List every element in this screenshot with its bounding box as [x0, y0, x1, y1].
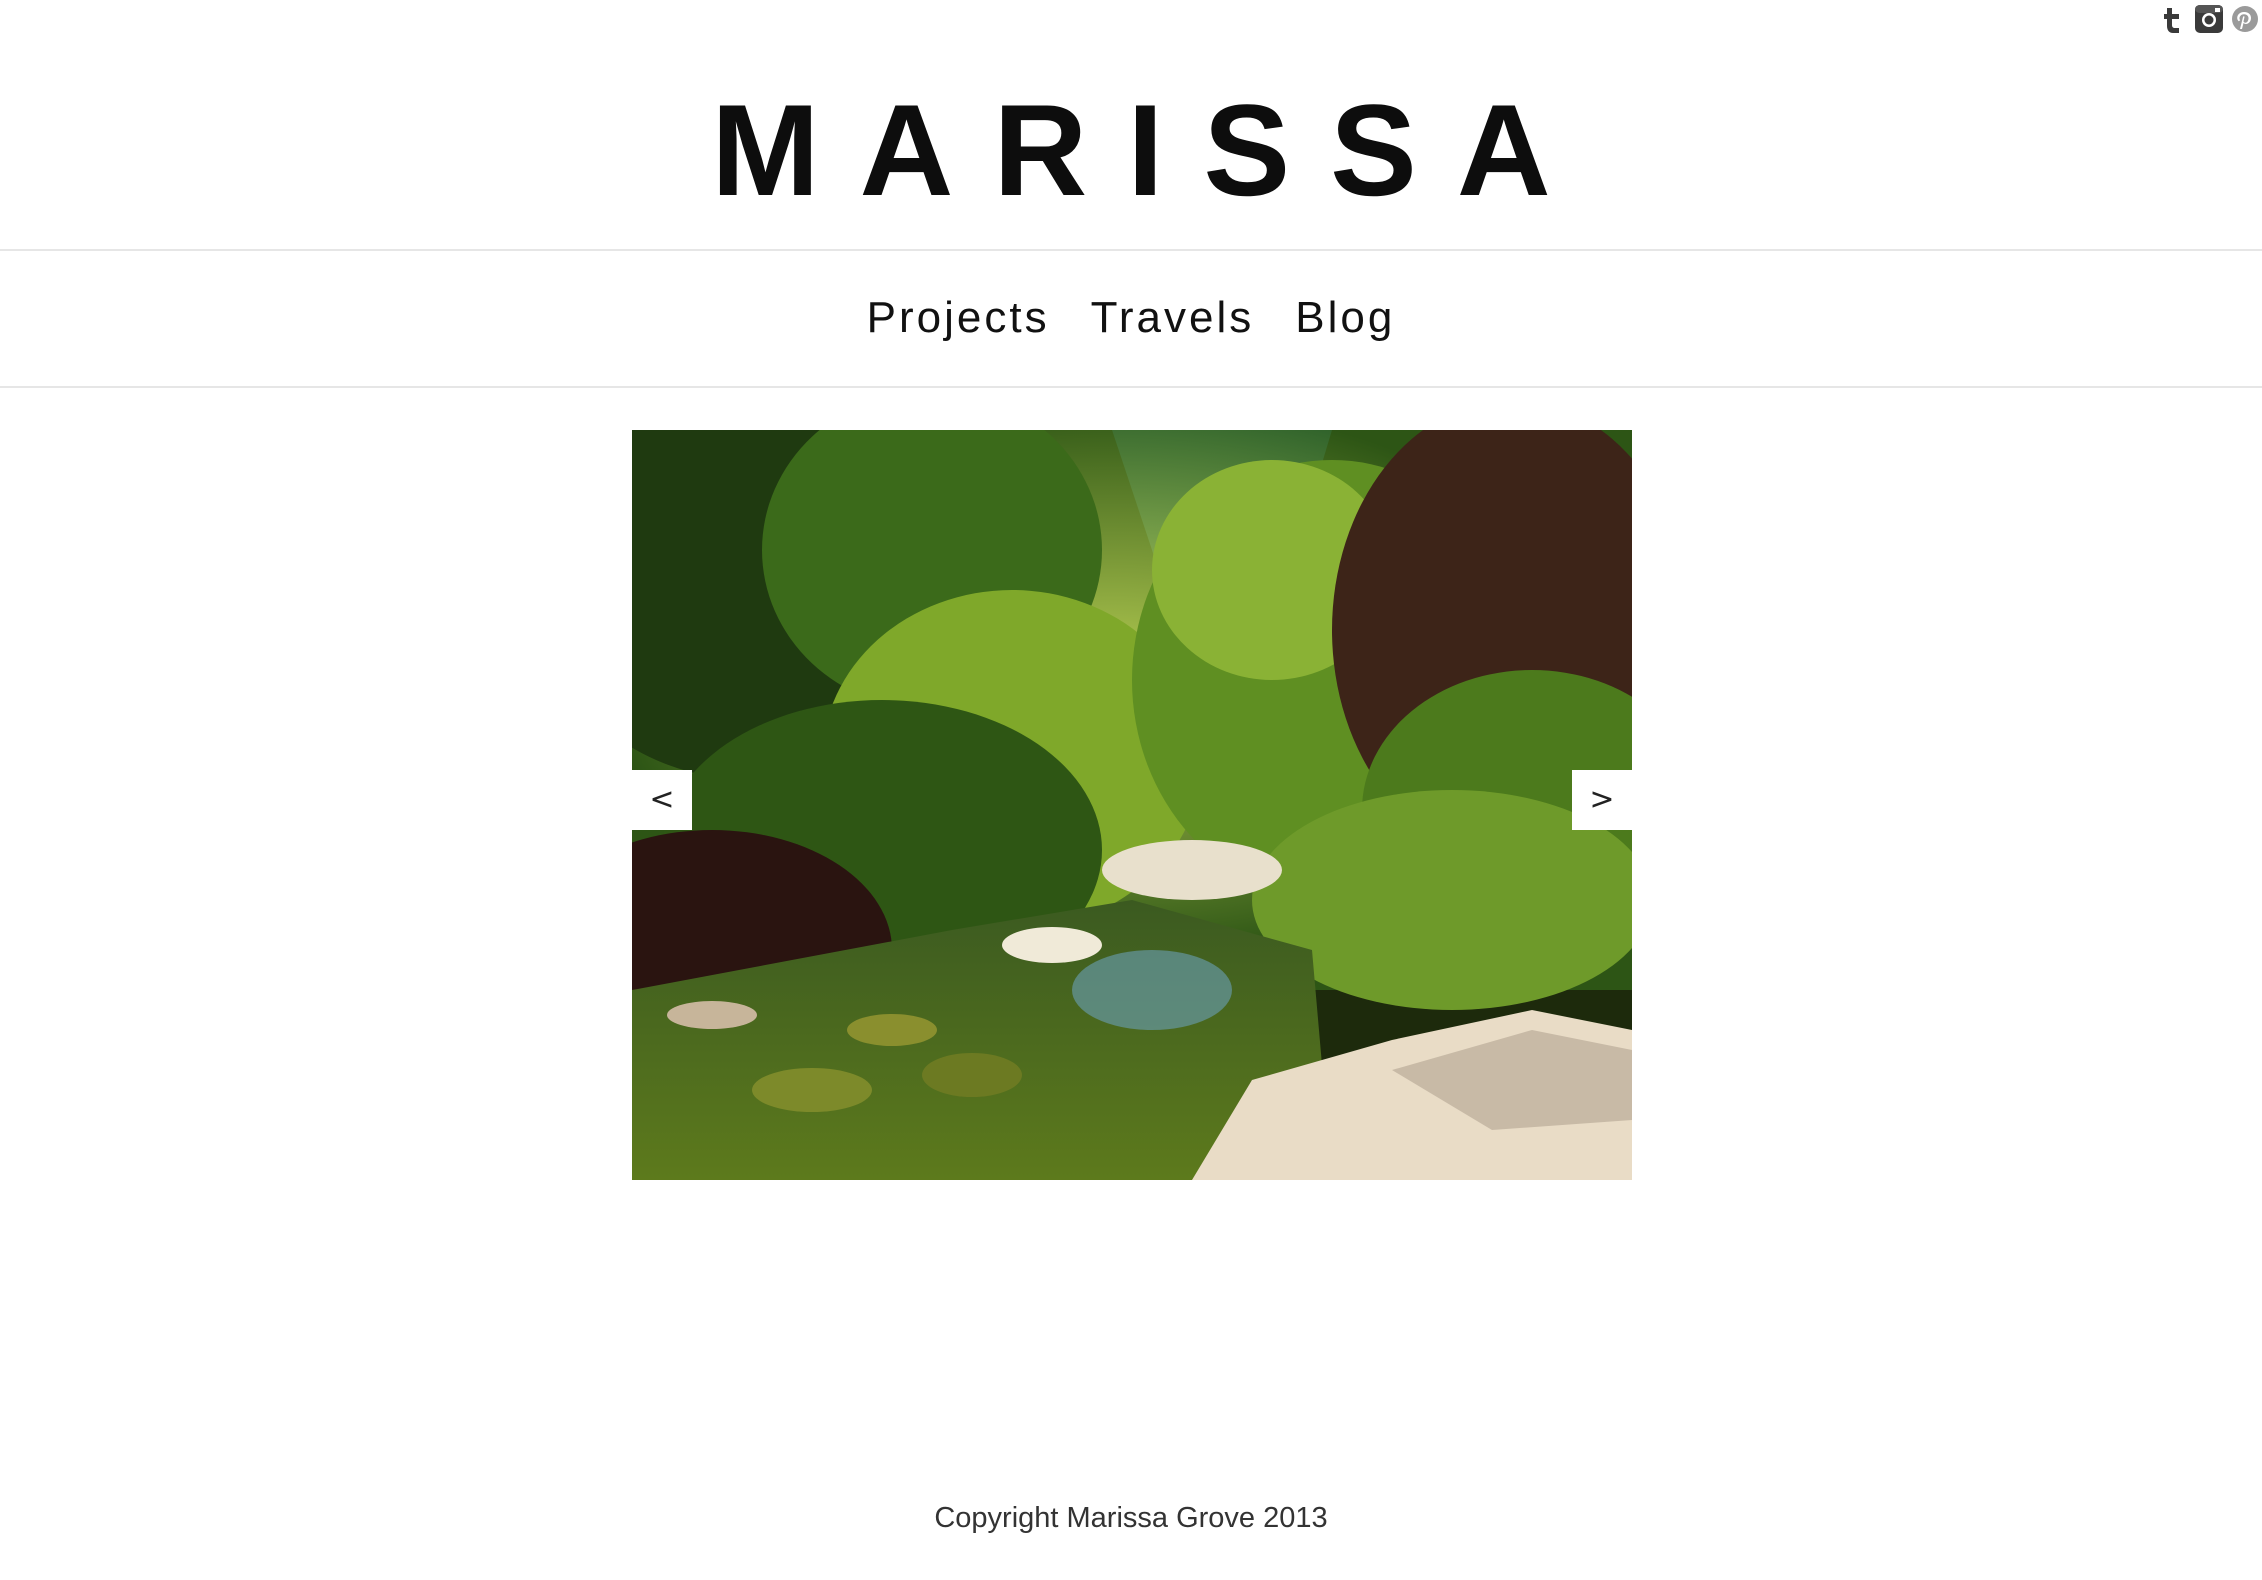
photo-slideshow: < >: [632, 430, 1632, 1180]
footer-copyright: Copyright Marissa Grove 2013: [934, 1502, 1328, 1534]
page: MARISSA Projects Travels Blog < > Copyri…: [0, 0, 2262, 1580]
main-nav: Projects Travels Blog: [0, 288, 2262, 348]
slide-photo-forest-stream: [632, 430, 1632, 1180]
slideshow-next-button[interactable]: >: [1572, 770, 1632, 830]
header-divider-top: [0, 249, 2262, 251]
header-divider-bottom: [0, 386, 2262, 388]
pinterest-icon[interactable]: [2230, 4, 2260, 34]
instagram-icon[interactable]: [2194, 4, 2224, 34]
tumblr-icon[interactable]: [2158, 4, 2188, 34]
site-title: MARISSA: [711, 77, 1591, 223]
slideshow-prev-button[interactable]: <: [632, 770, 692, 830]
social-links: [2158, 4, 2260, 34]
nav-item-projects[interactable]: Projects: [867, 288, 1050, 348]
nav-item-travels[interactable]: Travels: [1091, 288, 1255, 348]
nav-item-blog[interactable]: Blog: [1295, 288, 1395, 348]
